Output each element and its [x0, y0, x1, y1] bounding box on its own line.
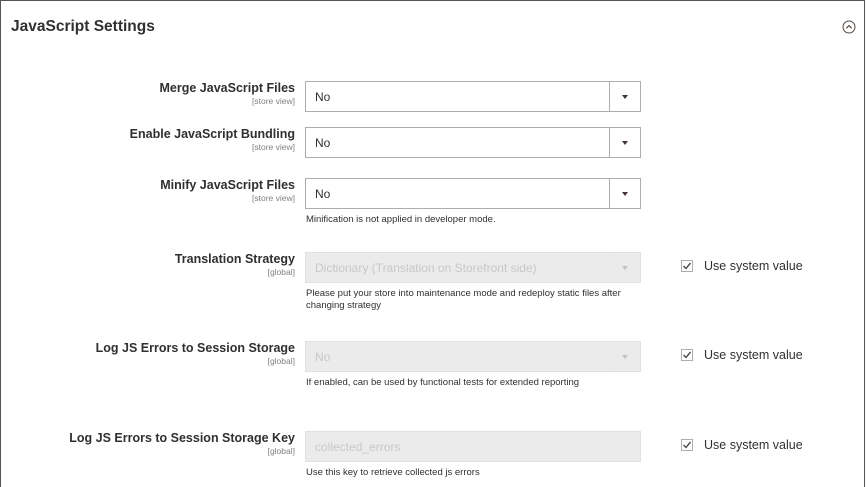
- js-bundling-select[interactable]: No: [305, 127, 641, 158]
- field-scope: [store view]: [252, 193, 295, 203]
- field-label: Log JS Errors to Session Storage Key: [69, 431, 295, 445]
- select-value: No: [315, 90, 331, 104]
- field-note: Use this key to retrieve collected js er…: [306, 467, 480, 478]
- field-note: Please put your store into maintenance m…: [306, 288, 621, 311]
- field-scope: [store view]: [252, 96, 295, 106]
- log-js-errors-select: No: [305, 341, 641, 372]
- use-system-value-toggle[interactable]: Use system value: [681, 348, 803, 362]
- select-value: No: [315, 350, 331, 364]
- checkmark-icon: [683, 441, 692, 449]
- use-system-value-toggle[interactable]: Use system value: [681, 438, 803, 452]
- select-toggle[interactable]: [609, 179, 640, 208]
- minify-js-select[interactable]: No: [305, 178, 641, 209]
- select-toggle: [609, 342, 640, 371]
- dropdown-arrow-icon: [622, 354, 628, 359]
- use-system-value-label[interactable]: Use system value: [704, 348, 803, 362]
- use-system-value-checkbox[interactable]: [681, 349, 693, 361]
- config-section: JavaScript Settings Merge JavaScript Fil…: [0, 0, 865, 487]
- translation-strategy-select: Dictionary (Translation on Storefront si…: [305, 252, 641, 283]
- dropdown-arrow-icon: [622, 140, 628, 145]
- field-label: Translation Strategy: [174, 252, 295, 266]
- collapse-chevron-up-icon[interactable]: [842, 20, 856, 34]
- select-value: No: [315, 187, 331, 201]
- field-scope: [store view]: [252, 142, 295, 152]
- checkmark-icon: [683, 262, 692, 270]
- use-system-value-checkbox[interactable]: [681, 439, 693, 451]
- field-label: Log JS Errors to Session Storage: [95, 341, 295, 355]
- merge-js-select[interactable]: No: [305, 81, 641, 112]
- dropdown-arrow-icon: [622, 265, 628, 270]
- select-toggle[interactable]: [609, 128, 640, 157]
- field-label: Merge JavaScript Files: [159, 81, 295, 95]
- field-note: Minification is not applied in developer…: [306, 214, 496, 225]
- use-system-value-checkbox[interactable]: [681, 260, 693, 272]
- use-system-value-label[interactable]: Use system value: [704, 438, 803, 452]
- field-label: Enable JavaScript Bundling: [129, 127, 295, 141]
- field-scope: [global]: [267, 356, 295, 366]
- field-scope: [global]: [267, 446, 295, 456]
- field-label: Minify JavaScript Files: [160, 178, 295, 192]
- dropdown-arrow-icon: [622, 191, 628, 196]
- log-js-errors-key-input: collected_errors: [305, 431, 641, 462]
- select-toggle[interactable]: [609, 82, 640, 111]
- use-system-value-toggle[interactable]: Use system value: [681, 259, 803, 273]
- field-scope: [global]: [267, 267, 295, 277]
- field-note: If enabled, can be used by functional te…: [306, 377, 580, 388]
- select-value: Dictionary (Translation on Storefront si…: [315, 261, 537, 275]
- use-system-value-label[interactable]: Use system value: [704, 259, 803, 273]
- select-toggle: [609, 253, 640, 282]
- select-value: No: [315, 136, 331, 150]
- checkmark-icon: [683, 351, 692, 359]
- dropdown-arrow-icon: [622, 94, 628, 99]
- input-value: collected_errors: [315, 440, 401, 454]
- section-title[interactable]: JavaScript Settings: [11, 18, 155, 36]
